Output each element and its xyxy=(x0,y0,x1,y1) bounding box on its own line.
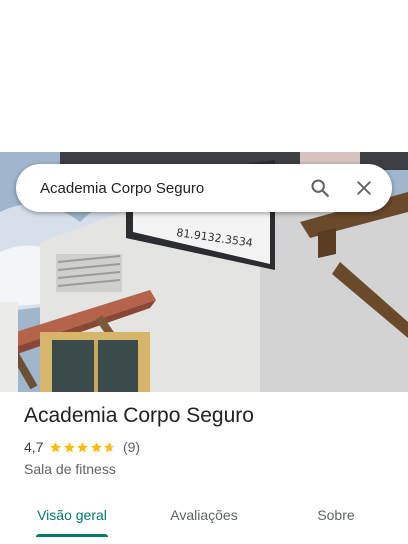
top-blank-area xyxy=(0,0,408,152)
place-title: Academia Corpo Seguro xyxy=(24,404,254,427)
star-icon xyxy=(50,441,62,452)
star-icon xyxy=(77,441,89,452)
star-icon xyxy=(104,441,116,452)
tab-overview[interactable]: Visão geral xyxy=(24,496,120,534)
star-rating xyxy=(49,441,117,454)
search-bar[interactable]: Academia Corpo Seguro xyxy=(16,164,392,212)
close-icon[interactable] xyxy=(344,168,384,208)
rating-value: 4,7 xyxy=(24,439,44,455)
tab-bar: Visão geral Avaliações Sobre xyxy=(0,496,408,544)
place-category[interactable]: Sala de fitness xyxy=(24,460,394,478)
active-tab-indicator xyxy=(36,534,108,537)
search-input[interactable]: Academia Corpo Seguro xyxy=(16,180,300,197)
place-info: Academia Corpo Seguro 4,7 (9) Sala de fi… xyxy=(24,402,394,478)
star-icon xyxy=(91,441,102,452)
review-count[interactable]: (9) xyxy=(123,439,140,455)
search-icon[interactable] xyxy=(300,168,340,208)
tab-about[interactable]: Sobre xyxy=(288,496,384,534)
tab-reviews[interactable]: Avaliações xyxy=(156,496,252,534)
star-icon xyxy=(64,441,75,452)
rating-row[interactable]: 4,7 (9) xyxy=(24,438,394,456)
